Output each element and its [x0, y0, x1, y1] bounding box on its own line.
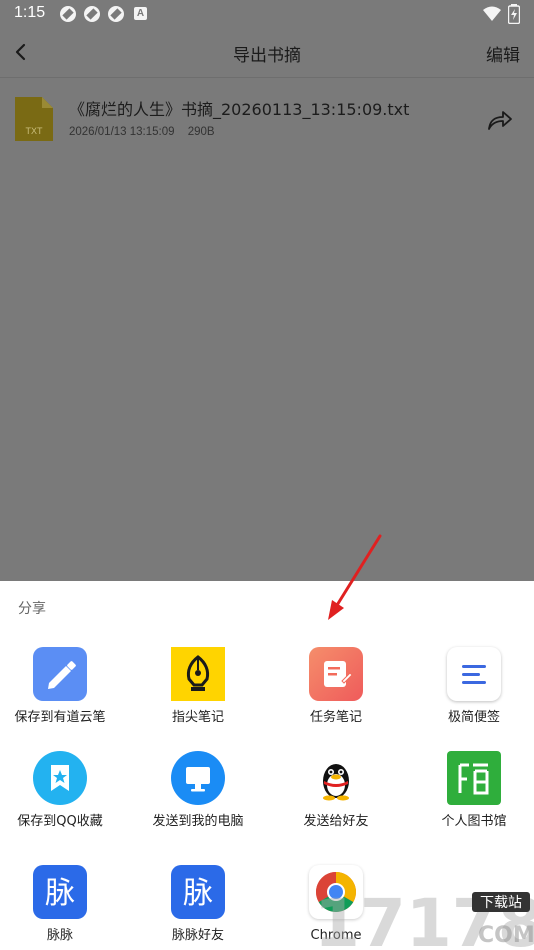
txt-file-icon: TXT: [15, 97, 53, 141]
app-label: 极简便签: [447, 710, 500, 725]
computer-icon: [171, 751, 225, 805]
file-list-item[interactable]: TXT 《腐烂的人生》书摘_20260113_13:15:09.txt 2026…: [0, 86, 534, 156]
file-date: 2026/01/13 13:15:09: [69, 126, 175, 138]
app-header: 导出书摘 编辑: [0, 28, 534, 78]
share-app-maimai[interactable]: 脉 脉脉: [0, 865, 120, 945]
svg-text:脉: 脉: [45, 876, 75, 911]
qq-penguin-icon: [309, 751, 363, 805]
app-label: 保存到QQ收藏: [17, 814, 103, 829]
app-label: 任务笔记: [309, 710, 362, 725]
app-notification-icon: [60, 6, 76, 22]
file-size: 290B: [187, 126, 215, 138]
svg-text:脉: 脉: [183, 876, 213, 911]
txt-icon-label: TXT: [26, 126, 44, 136]
app-label: 脉脉: [46, 928, 73, 943]
youdao-note-icon: [33, 647, 87, 701]
battery-charging-icon: [508, 4, 520, 24]
wifi-icon: [483, 6, 501, 21]
status-bar: 1:15 A: [0, 0, 534, 28]
edit-button[interactable]: 编辑: [486, 41, 520, 66]
app-label: 个人图书馆: [441, 814, 507, 829]
page-title: 导出书摘: [233, 46, 301, 66]
share-app-qq-favorites[interactable]: 保存到QQ收藏: [0, 751, 120, 831]
app-notification-icon: [108, 6, 124, 22]
share-sheet: 分享 保存到有道云笔记 指尖笔记 任务笔记 极简便签: [0, 581, 534, 950]
fountain-pen-icon: [171, 647, 225, 701]
share-app-memo[interactable]: 极简便签: [414, 647, 534, 727]
a-notification-icon: A: [134, 7, 147, 20]
share-app-task-note[interactable]: 任务笔记: [276, 647, 396, 727]
chrome-icon: [309, 865, 363, 919]
app-label: 发送给好友: [303, 814, 369, 829]
share-app-youdao-note[interactable]: 保存到有道云笔记: [0, 647, 120, 727]
qq-favorites-icon: [33, 751, 87, 805]
maimai-icon: 脉: [33, 865, 87, 919]
memo-icon: [447, 647, 501, 701]
share-sheet-title: 分享: [18, 601, 46, 617]
share-app-chrome[interactable]: Chrome: [276, 865, 396, 945]
app-label: 发送到我的电脑: [152, 814, 244, 829]
file-name: 《腐烂的人生》书摘_20260113_13:15:09.txt: [69, 100, 410, 119]
share-app-maimai-friend[interactable]: 脉 脉脉好友: [138, 865, 258, 945]
share-app-library[interactable]: 个人图书馆: [414, 751, 534, 831]
app-label: 指尖笔记: [171, 710, 224, 725]
share-app-send-to-computer[interactable]: 发送到我的电脑: [138, 751, 258, 831]
maimai-icon: 脉: [171, 865, 225, 919]
file-meta: 2026/01/13 13:15:09 290B: [69, 126, 215, 138]
share-app-zhijian-note[interactable]: 指尖笔记: [138, 647, 258, 727]
app-label: Chrome: [310, 928, 362, 943]
app-label: 脉脉好友: [171, 928, 224, 943]
task-note-icon: [309, 647, 363, 701]
app-notification-icon: [84, 6, 100, 22]
library-icon: [447, 751, 501, 805]
share-icon[interactable]: [486, 108, 514, 132]
status-time: 1:15: [14, 4, 46, 21]
share-app-send-to-friend[interactable]: 发送给好友: [276, 751, 396, 831]
app-label: 保存到有道云笔记: [14, 710, 106, 725]
